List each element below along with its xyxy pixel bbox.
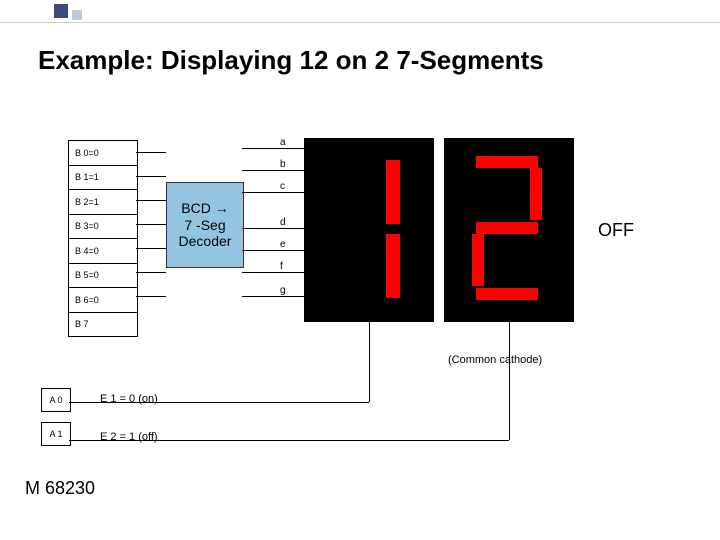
wire [242, 148, 304, 149]
port-b0: B 0=0 [69, 141, 137, 166]
accent-square-1 [54, 4, 68, 18]
segment-e-lit [472, 234, 484, 286]
wire [136, 248, 166, 249]
segment-c-lit [386, 234, 400, 298]
segment-d-lit [476, 288, 538, 300]
wire [136, 152, 166, 153]
port-b6: B 6=0 [69, 288, 137, 313]
segment-a-lit [476, 156, 538, 168]
address-a0-box: A 0 [41, 388, 71, 412]
bcd-decoder: BCD → 7 -Seg Decoder [166, 182, 244, 268]
enable-e1-label: E 1 = 0 (on) [100, 393, 158, 405]
wire [136, 176, 166, 177]
wire [136, 272, 166, 273]
page-title: Example: Displaying 12 on 2 7-Segments [38, 45, 720, 76]
seg-label-g-left: g [280, 285, 286, 296]
decoder-line3: Decoder [179, 233, 232, 250]
off-label: OFF [598, 220, 634, 241]
seg-label-a-left: a [280, 137, 286, 148]
wire [369, 322, 370, 402]
wire [242, 272, 304, 273]
enable-e2-label: E 2 = 1 (off) [100, 431, 158, 443]
seven-seg-display-1 [304, 138, 434, 322]
seg-label-b-left: b [280, 159, 286, 170]
seg-label-f-left: f [280, 261, 283, 272]
seg-label-d-left: d [280, 217, 286, 228]
a1-label: A 1 [49, 429, 62, 439]
port-b3: B 3=0 [69, 215, 137, 240]
wire [136, 296, 166, 297]
port-b7: B 7 [69, 313, 137, 337]
segment-b-lit [530, 168, 542, 220]
segment-b-lit [386, 160, 400, 224]
port-b-box: B 0=0 B 1=1 B 2=1 B 3=0 B 4=0 B 5=0 B 6=… [68, 140, 138, 337]
wire [509, 322, 510, 440]
wire [242, 250, 304, 251]
port-b1: B 1=1 [69, 166, 137, 191]
seven-seg-display-2 [444, 138, 574, 322]
accent-square-2 [72, 10, 82, 20]
decoder-line2: 7 -Seg [184, 217, 225, 234]
port-b5: B 5=0 [69, 264, 137, 289]
port-b2: B 2=1 [69, 190, 137, 215]
seg-label-e-left: e [280, 239, 286, 250]
wire [242, 170, 304, 171]
chip-label: M 68230 [25, 478, 95, 499]
diagram-canvas: B 0=0 B 1=1 B 2=1 B 3=0 B 4=0 B 5=0 B 6=… [0, 100, 720, 540]
wire [69, 440, 509, 441]
port-b4: B 4=0 [69, 239, 137, 264]
seg-label-c-left: c [280, 181, 285, 192]
wire [242, 192, 304, 193]
wire [242, 228, 304, 229]
slide-topbar [0, 0, 720, 23]
common-cathode-label: (Common cathode) [448, 354, 542, 366]
decoder-line1: BCD → [181, 200, 228, 217]
wire [242, 296, 304, 297]
wire [69, 402, 369, 403]
wire [136, 200, 166, 201]
address-a1-box: A 1 [41, 422, 71, 446]
wire [136, 224, 166, 225]
segment-g-lit [476, 222, 538, 234]
a0-label: A 0 [49, 395, 62, 405]
